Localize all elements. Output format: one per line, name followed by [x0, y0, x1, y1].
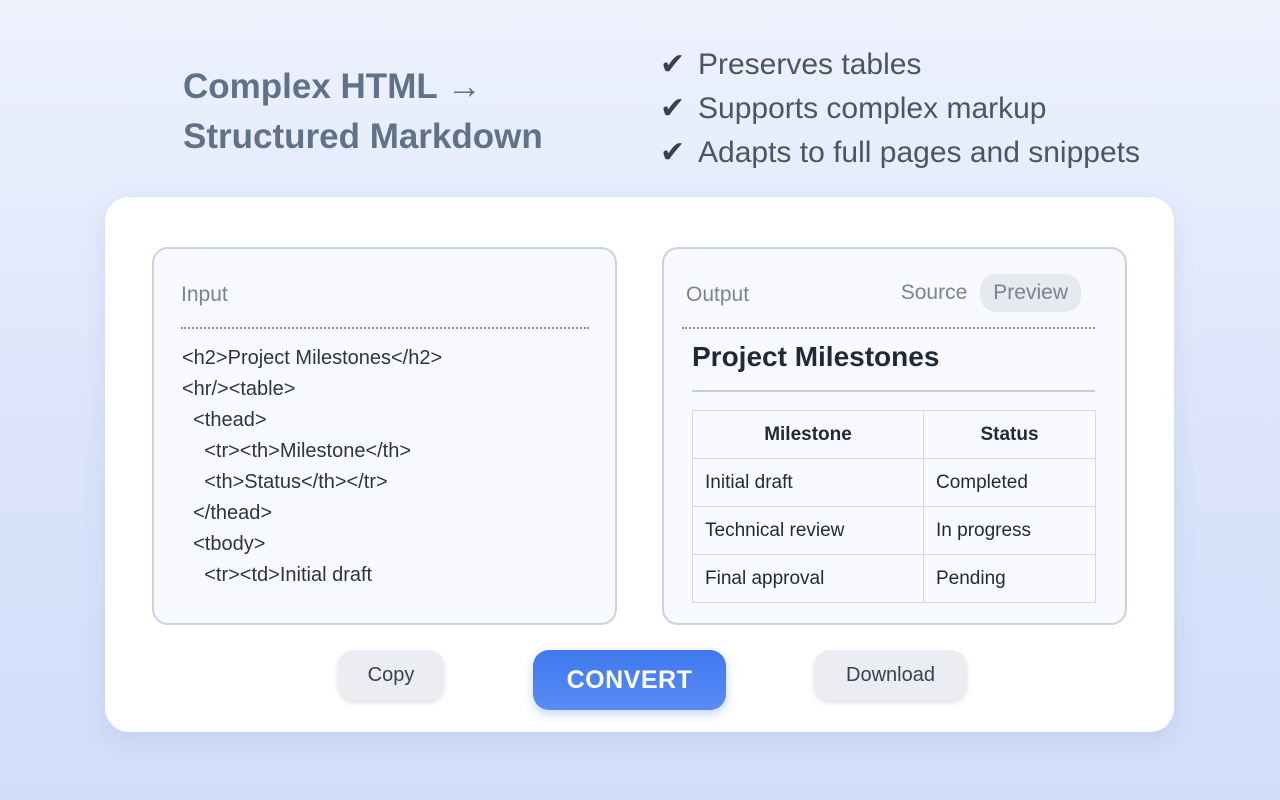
output-panel-label: Output	[686, 283, 750, 306]
code-line: <tr><th>Milestone</th>	[182, 440, 412, 462]
feature-text: Supports complex markup	[698, 92, 1047, 125]
code-line: <h2>Project Milestones</h2>	[182, 347, 443, 369]
output-panel: Output Source Preview Project Milestones…	[662, 247, 1127, 625]
table-cell: In progress	[923, 506, 1096, 555]
table-cell: Completed	[923, 458, 1096, 507]
output-divider	[682, 327, 1095, 329]
table-cell: Pending	[923, 554, 1096, 603]
code-line: </thead>	[182, 502, 273, 524]
preview-table: Milestone Status Initial draft Completed…	[692, 410, 1096, 603]
tab-source[interactable]: Source	[888, 274, 981, 312]
tab-preview[interactable]: Preview	[980, 274, 1081, 312]
preview-rule	[692, 390, 1095, 392]
convert-button[interactable]: CONVERT	[533, 650, 726, 710]
preview-title: Project Milestones	[692, 341, 940, 372]
code-line: <thead>	[182, 409, 267, 431]
feature-item: ✔ Adapts to full pages and snippets	[660, 131, 1140, 175]
input-panel-label: Input	[181, 283, 228, 306]
code-line: <th>Status</th></tr>	[182, 471, 388, 493]
feature-item: ✔ Supports complex markup	[660, 87, 1140, 131]
download-button[interactable]: Download	[814, 650, 967, 700]
headline-line-2: Structured Markdown	[183, 117, 543, 156]
table-cell: Final approval	[692, 554, 924, 603]
checkmark-icon: ✔	[660, 136, 686, 169]
headline-line-1: Complex HTML →	[183, 67, 482, 106]
headline: Complex HTML → Structured Markdown	[183, 62, 543, 162]
table-header-cell: Milestone	[692, 410, 924, 459]
table-cell: Technical review	[692, 506, 924, 555]
table-header-cell: Status	[923, 410, 1096, 459]
copy-button[interactable]: Copy	[338, 650, 444, 700]
table-cell: Initial draft	[692, 458, 924, 507]
table-row: Initial draft Completed	[692, 458, 1096, 507]
converter-card: Input <h2>Project Milestones</h2> <hr/><t…	[105, 197, 1174, 732]
code-line: <tbody>	[182, 533, 266, 555]
input-panel[interactable]: Input <h2>Project Milestones</h2> <hr/><t…	[152, 247, 617, 625]
feature-text: Preserves tables	[698, 48, 922, 81]
input-divider	[181, 327, 589, 329]
feature-item: ✔ Preserves tables	[660, 43, 1140, 87]
feature-list: ✔ Preserves tables ✔ Supports complex ma…	[660, 43, 1140, 175]
output-view-tabs: Source Preview	[888, 274, 1081, 312]
table-row: Technical review In progress	[692, 506, 1096, 555]
feature-text: Adapts to full pages and snippets	[698, 136, 1140, 169]
checkmark-icon: ✔	[660, 48, 686, 81]
input-code[interactable]: <h2>Project Milestones</h2> <hr/><table> …	[182, 343, 442, 591]
code-line: <hr/><table>	[182, 378, 296, 400]
checkmark-icon: ✔	[660, 92, 686, 125]
code-line: <tr><td>Initial draft	[182, 564, 373, 586]
table-row: Final approval Pending	[692, 554, 1096, 603]
table-header-row: Milestone Status	[692, 410, 1096, 459]
